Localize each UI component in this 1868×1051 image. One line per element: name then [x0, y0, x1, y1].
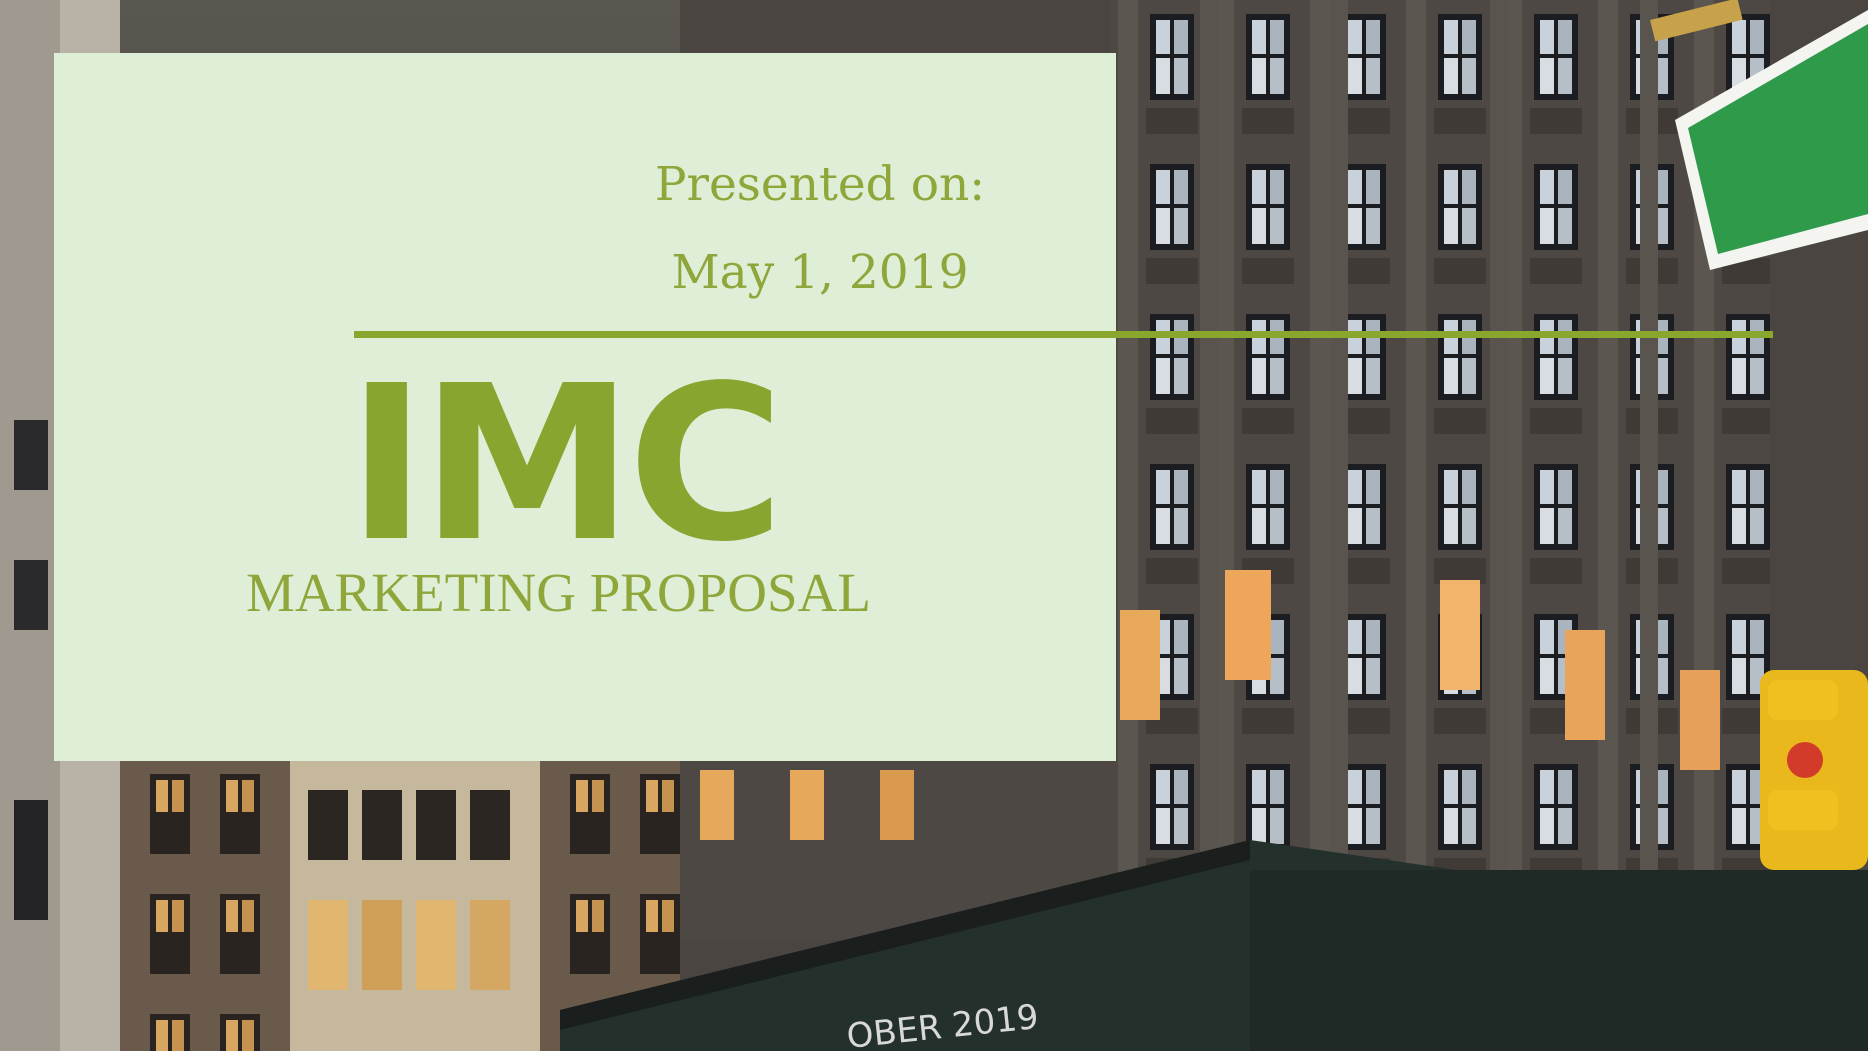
- title-slide: OBER 2019 Presented on: May 1, 2019 IMC …: [0, 0, 1868, 1051]
- document-subtitle: MARKETING PROPOSAL: [246, 562, 871, 623]
- divider-line: [354, 331, 1773, 338]
- presented-label: Presented on:: [654, 157, 986, 212]
- company-name: IMC: [347, 340, 785, 589]
- presented-date: May 1, 2019: [671, 245, 969, 300]
